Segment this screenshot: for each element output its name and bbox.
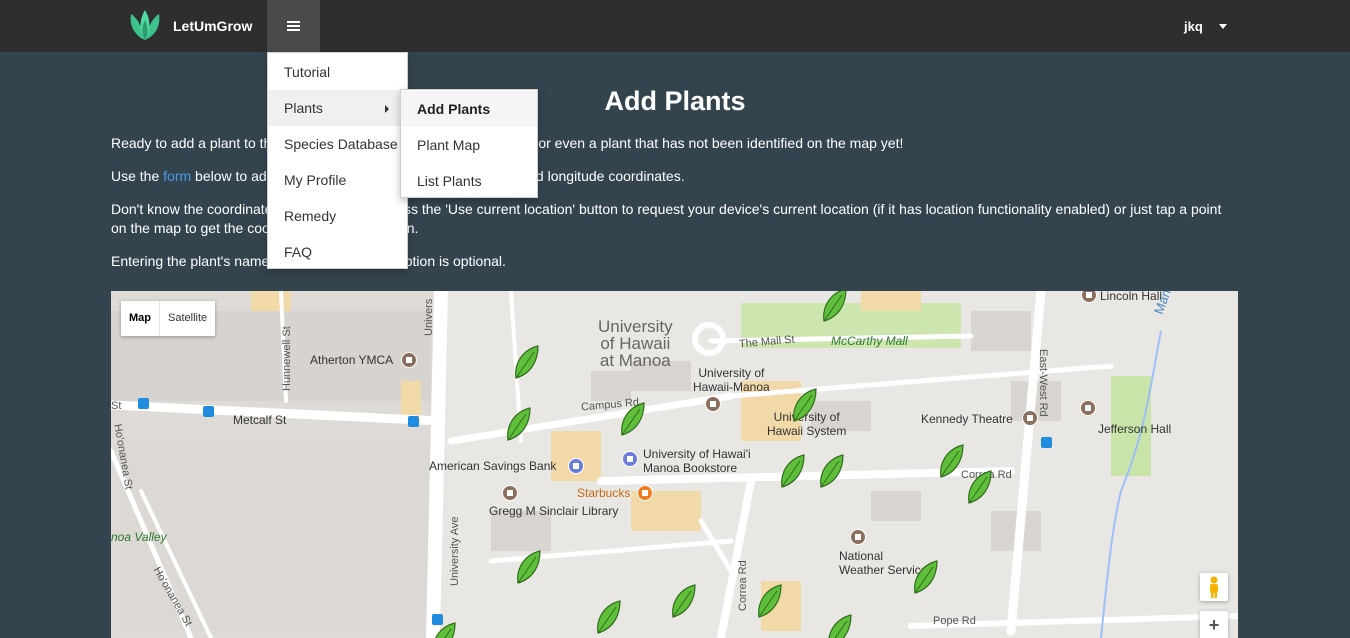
plant-leaf-marker-icon[interactable] xyxy=(594,599,622,637)
map-label-asb: American Savings Bank xyxy=(429,459,557,473)
bank-poi-icon[interactable] xyxy=(568,458,584,474)
submenu-item-list-plants[interactable]: List Plants xyxy=(401,163,537,199)
kennedy-poi-icon[interactable] xyxy=(1022,410,1038,426)
plant-leaf-marker-icon[interactable] xyxy=(504,406,532,444)
map-label-manoa-valley: noa Valley xyxy=(111,530,167,544)
brand-name: LetUmGrow xyxy=(173,18,253,34)
map-label-metcalf: Metcalf St xyxy=(233,413,287,427)
form-link[interactable]: form xyxy=(163,168,191,184)
map-label-gregg: Gregg M Sinclair Library xyxy=(489,504,619,518)
plant-map[interactable]: Map Satellite University of Hawaii at Ma… xyxy=(111,291,1238,638)
map-type-control: Map Satellite xyxy=(121,301,216,336)
map-type-satellite-button[interactable]: Satellite xyxy=(160,301,215,336)
chevron-right-icon xyxy=(385,105,389,113)
map-label-jefferson: Jefferson Hall xyxy=(1098,422,1172,436)
user-name: jkq xyxy=(1184,18,1203,34)
university-poi-icon[interactable] xyxy=(705,396,721,412)
plant-leaf-marker-icon[interactable] xyxy=(514,549,542,587)
nws-poi-icon[interactable] xyxy=(850,529,866,545)
map-label-university-top: Univers xyxy=(423,298,435,336)
caret-down-icon xyxy=(1218,23,1227,29)
page-title: Add Plants xyxy=(604,86,746,116)
map-type-map-button[interactable]: Map xyxy=(121,301,160,336)
menu-item-remedy[interactable]: Remedy xyxy=(268,198,407,234)
menu-item-faq[interactable]: FAQ xyxy=(268,234,407,270)
plant-leaf-marker-icon[interactable] xyxy=(790,387,818,425)
bus-stop-icon[interactable] xyxy=(408,416,419,427)
plant-leaf-marker-icon[interactable] xyxy=(755,583,783,621)
map-label-st: St xyxy=(111,400,122,412)
plant-leaf-marker-icon[interactable] xyxy=(965,469,993,507)
map-label-correa-vertical: Correa Rd xyxy=(737,560,749,611)
menu-item-plants[interactable]: Plants xyxy=(268,90,407,126)
plant-leaf-marker-icon[interactable] xyxy=(817,453,845,491)
lotus-logo-icon xyxy=(130,10,160,40)
atherton-poi-icon[interactable] xyxy=(401,352,417,368)
map-label-starbucks: Starbucks xyxy=(577,486,631,500)
map-label-mccarthy: McCarthy Mall xyxy=(831,334,908,348)
bookstore-poi-icon[interactable] xyxy=(622,451,638,467)
map-label-hunnewell: Hunnewell St xyxy=(281,326,293,391)
bus-stop-icon[interactable] xyxy=(203,406,214,417)
plant-leaf-marker-icon[interactable] xyxy=(825,613,853,638)
hamburger-icon xyxy=(287,21,300,31)
plant-leaf-marker-icon[interactable] xyxy=(911,559,939,597)
brand-link[interactable]: LetUmGrow xyxy=(125,8,252,44)
plant-leaf-marker-icon[interactable] xyxy=(429,621,457,638)
map-label-atherton: Atherton YMCA xyxy=(310,353,394,367)
street-view-pegman-icon[interactable] xyxy=(1200,573,1228,601)
user-menu[interactable]: jkq xyxy=(1184,0,1227,52)
menu-item-tutorial[interactable]: Tutorial xyxy=(268,54,407,90)
submenu-item-add-plants[interactable]: Add Plants xyxy=(401,91,537,127)
starbucks-poi-icon[interactable] xyxy=(637,485,653,501)
plant-leaf-marker-icon[interactable] xyxy=(937,443,965,481)
bus-stop-icon[interactable] xyxy=(1041,437,1052,448)
bus-stop-icon[interactable] xyxy=(138,398,149,409)
plant-leaf-marker-icon[interactable] xyxy=(512,344,540,382)
map-label-uh: University of Hawaii at Manoa xyxy=(598,317,673,370)
menu-item-plants-label: Plants xyxy=(284,100,323,116)
menu-item-species-database[interactable]: Species Database xyxy=(268,126,407,162)
plant-leaf-marker-icon[interactable] xyxy=(820,291,848,325)
menu-toggle-button[interactable] xyxy=(267,0,320,52)
map-label-east-west: East-West Rd xyxy=(1037,349,1049,417)
navbar: LetUmGrow jkq xyxy=(0,0,1350,52)
map-label-lincoln: Lincoln Hall xyxy=(1100,291,1163,303)
map-label-university-ave: University Ave xyxy=(449,516,461,587)
menu-item-my-profile[interactable]: My Profile xyxy=(268,162,407,198)
plant-leaf-marker-icon[interactable] xyxy=(618,401,646,439)
pegman-figure-icon xyxy=(1210,576,1218,598)
map-label-pope: Pope Rd xyxy=(933,615,976,627)
form-paragraph-pre: Use the xyxy=(111,168,164,184)
jefferson-poi-icon[interactable] xyxy=(1080,400,1096,416)
plant-leaf-marker-icon[interactable] xyxy=(778,453,806,491)
library-poi-icon[interactable] xyxy=(502,485,518,501)
map-label-bookstore: University of Hawai'i Manoa Bookstore xyxy=(643,447,751,475)
plants-submenu: Add Plants Plant Map List Plants xyxy=(400,89,538,198)
map-label-uhm: University of Hawaii-Manoa xyxy=(693,366,770,394)
submenu-item-plant-map[interactable]: Plant Map xyxy=(401,127,537,163)
plant-leaf-marker-icon[interactable] xyxy=(669,583,697,621)
nav-dropdown-menu: Tutorial Plants Species Database My Prof… xyxy=(267,52,408,269)
zoom-in-button[interactable]: + xyxy=(1200,611,1228,638)
map-label-kennedy: Kennedy Theatre xyxy=(921,412,1013,426)
